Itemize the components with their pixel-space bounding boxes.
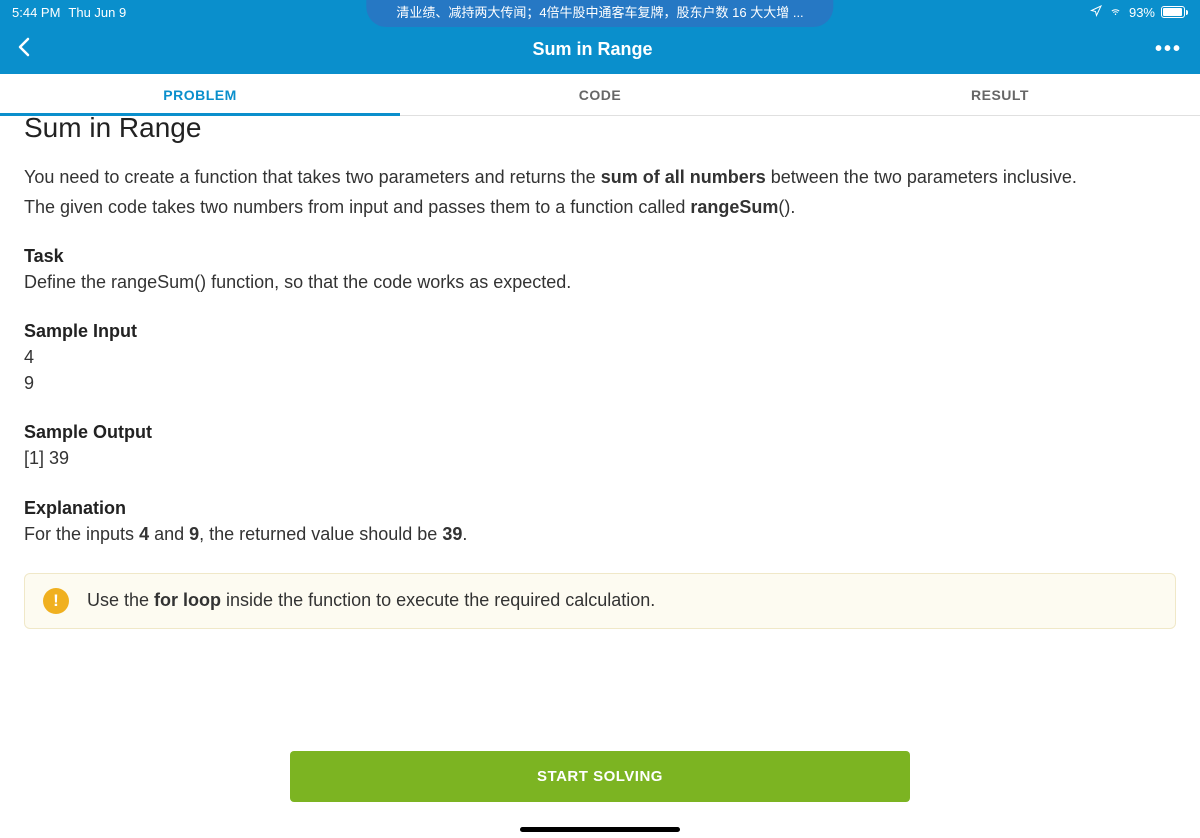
exp-b2: 9	[189, 524, 199, 544]
intro-pre: You need to create a function that takes…	[24, 167, 601, 187]
task-section: Task Define the rangeSum() function, so …	[24, 246, 1176, 295]
exp-b1: 4	[139, 524, 149, 544]
task-header: Task	[24, 246, 1176, 267]
status-left: 5:44 PM Thu Jun 9	[12, 5, 126, 20]
exp-mid: and	[149, 524, 189, 544]
sample-input-section: Sample Input 4 9	[24, 321, 1176, 396]
exp-b3: 39	[442, 524, 462, 544]
notification-text: 清业绩、减持两大传闻；4倍牛股中通客车复牌，股东户数 16 大大增 ...	[396, 5, 803, 20]
status-date: Thu Jun 9	[68, 5, 126, 20]
wifi-icon	[1108, 5, 1123, 20]
tab-code[interactable]: CODE	[400, 74, 800, 115]
start-solving-button[interactable]: START SOLVING	[290, 751, 910, 802]
nav-bar: Sum in Range •••	[0, 24, 1200, 74]
problem-intro: You need to create a function that takes…	[24, 164, 1176, 220]
alert-icon: !	[43, 588, 69, 614]
status-right: 93%	[1090, 5, 1188, 20]
intro2-pre: The given code takes two numbers from in…	[24, 197, 690, 217]
problem-title: Sum in Range	[24, 116, 1176, 144]
exp-mid2: , the returned value should be	[199, 524, 442, 544]
content-area[interactable]: Sum in Range You need to create a functi…	[0, 116, 1200, 736]
intro2-bold: rangeSum	[690, 197, 778, 217]
status-time: 5:44 PM	[12, 5, 60, 20]
page-title: Sum in Range	[30, 39, 1155, 60]
back-button[interactable]	[18, 37, 30, 62]
more-icon[interactable]: •••	[1155, 38, 1182, 61]
notification-capsule[interactable]: 清业绩、减持两大传闻；4倍牛股中通客车复牌，股东户数 16 大大增 ...	[366, 0, 833, 27]
sample-input-header: Sample Input	[24, 321, 1176, 342]
sample-output-section: Sample Output [1] 39	[24, 422, 1176, 471]
intro2-post: ().	[778, 197, 795, 217]
intro-bold: sum of all numbers	[601, 167, 766, 187]
tabs: PROBLEM CODE RESULT	[0, 74, 1200, 116]
hint-post: inside the function to execute the requi…	[221, 590, 655, 610]
hint-pre: Use the	[87, 590, 154, 610]
task-body: Define the rangeSum() function, so that …	[24, 269, 1176, 295]
tab-result[interactable]: RESULT	[800, 74, 1200, 115]
fade-overlay	[0, 696, 1200, 736]
sample-input-line1: 4	[24, 344, 1176, 370]
exp-pre: For the inputs	[24, 524, 139, 544]
explanation-header: Explanation	[24, 498, 1176, 519]
battery-icon	[1161, 6, 1188, 18]
explanation-section: Explanation For the inputs 4 and 9, the …	[24, 498, 1176, 547]
intro-post: between the two parameters inclusive.	[766, 167, 1077, 187]
battery-percent: 93%	[1129, 5, 1155, 20]
sample-input-line2: 9	[24, 370, 1176, 396]
tab-problem[interactable]: PROBLEM	[0, 74, 400, 115]
home-indicator[interactable]	[520, 827, 680, 832]
hint-bold: for loop	[154, 590, 221, 610]
exp-post: .	[462, 524, 467, 544]
hint-box: ! Use the for loop inside the function t…	[24, 573, 1176, 629]
sample-output-header: Sample Output	[24, 422, 1176, 443]
sample-output-body: [1] 39	[24, 445, 1176, 471]
location-icon	[1090, 5, 1102, 20]
